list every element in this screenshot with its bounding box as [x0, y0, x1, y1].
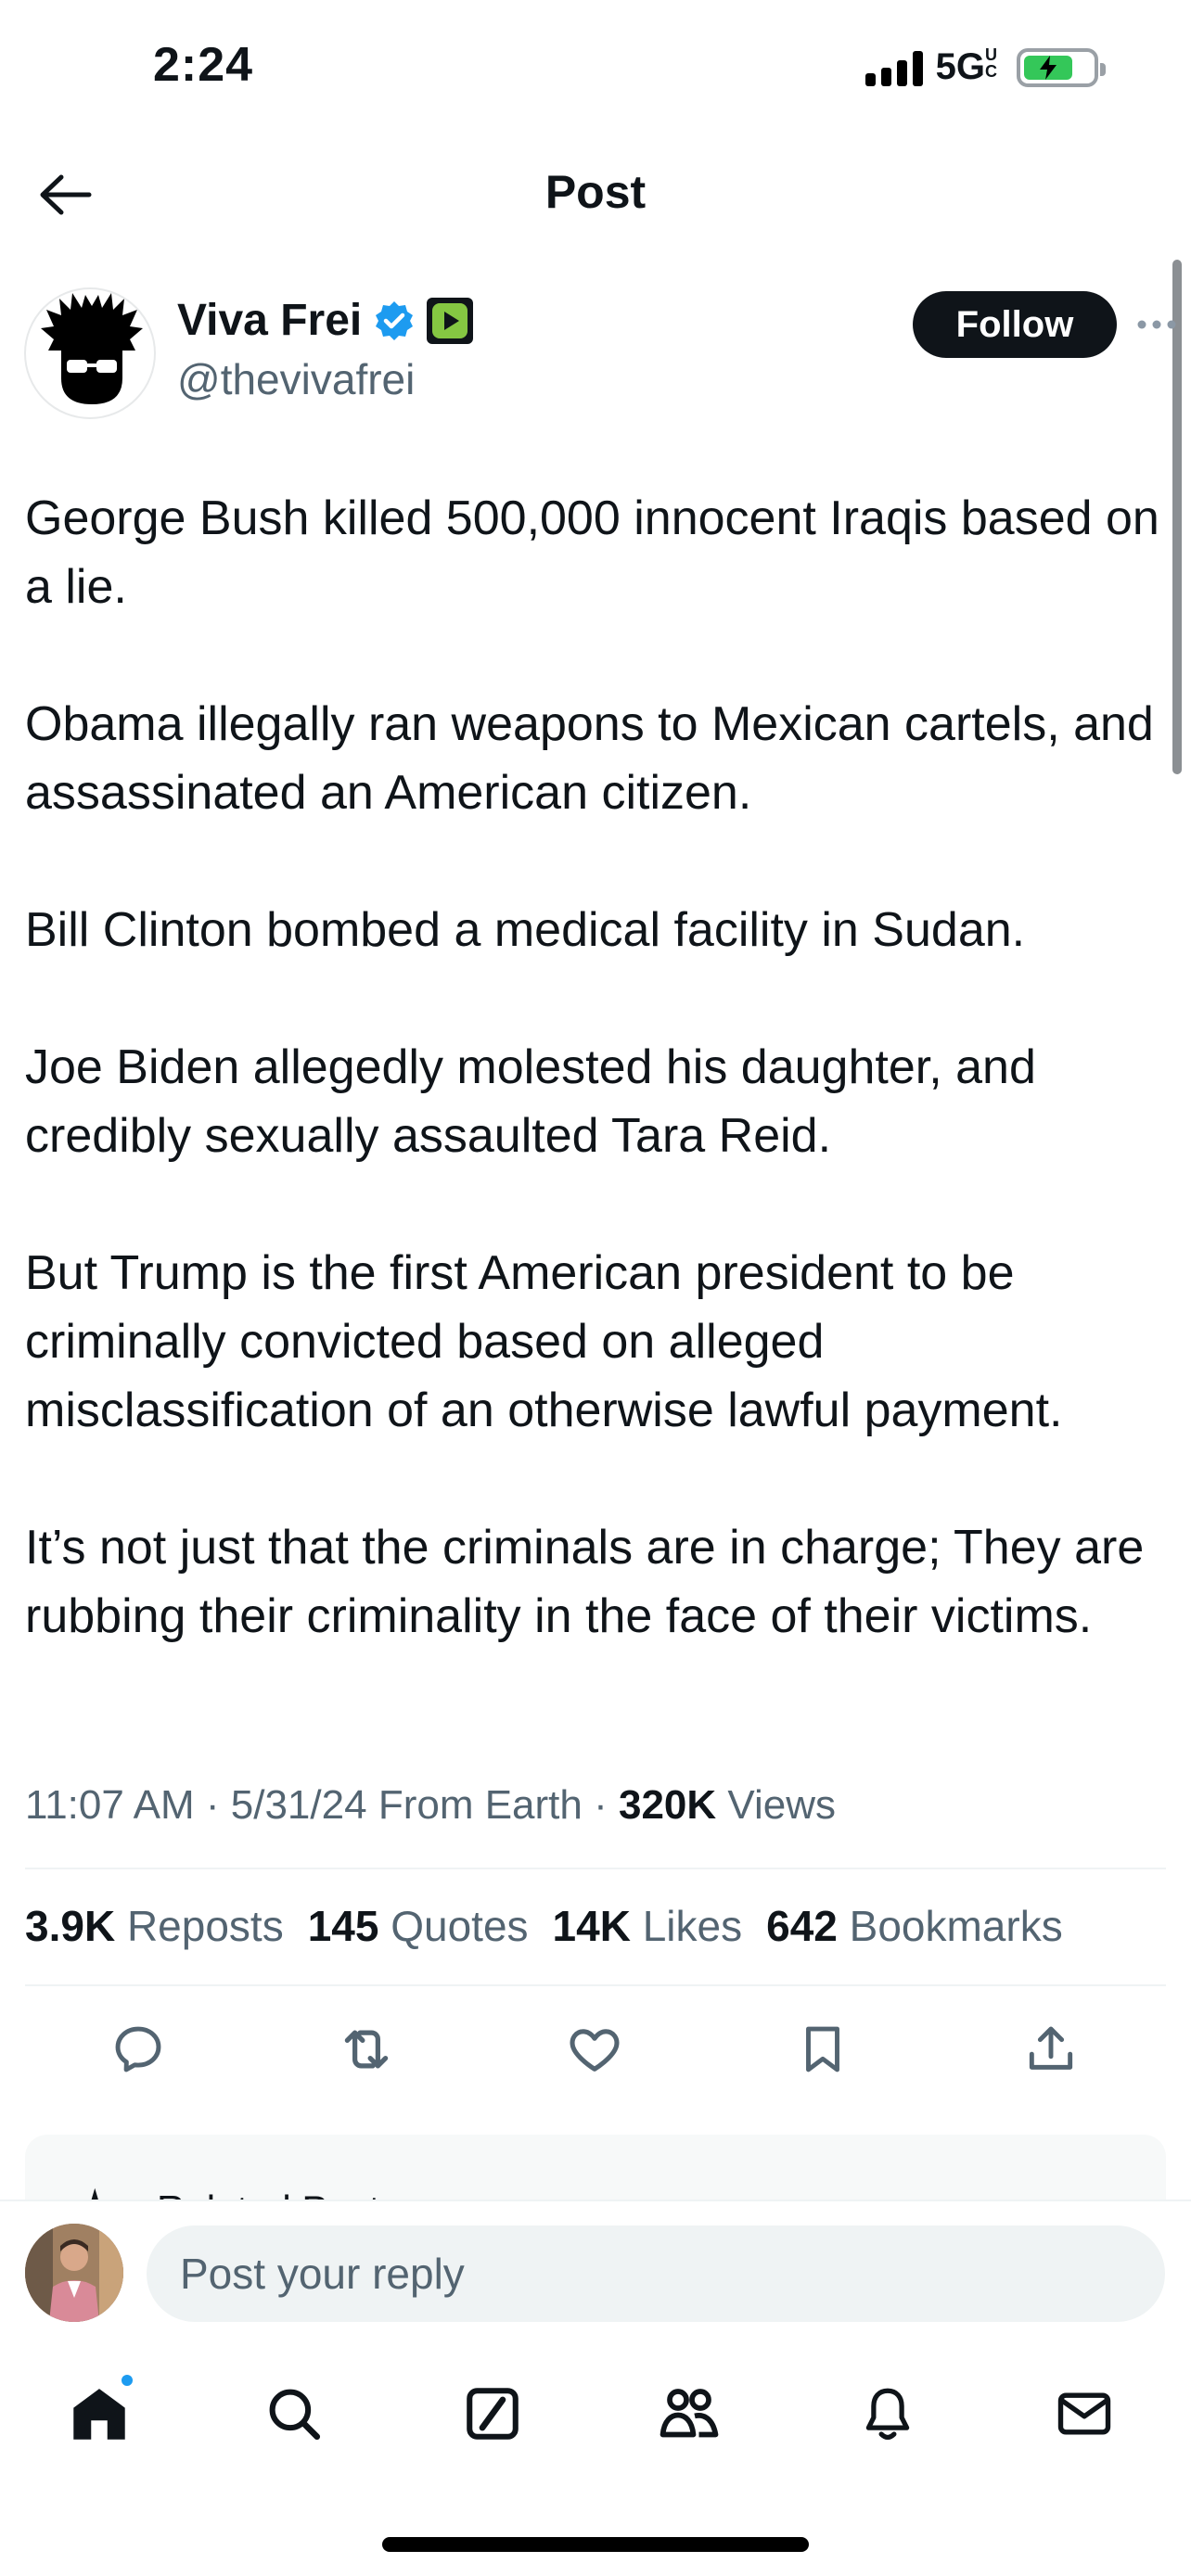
- likes-stat[interactable]: 14K Likes: [553, 1901, 743, 1951]
- post-paragraph: Bill Clinton bombed a medical facility i…: [25, 903, 1026, 957]
- status-indicators: 5GUC: [864, 45, 1106, 88]
- post-paragraph: Obama illegally ran weapons to Mexican c…: [25, 697, 1154, 820]
- tab-messages[interactable]: [1043, 2372, 1126, 2455]
- reply-button[interactable]: [101, 2012, 175, 2086]
- share-icon: [1029, 2026, 1073, 2070]
- follow-button[interactable]: Follow: [913, 291, 1117, 358]
- author-name-row: Viva Frei: [177, 295, 474, 346]
- tab-search[interactable]: [252, 2372, 336, 2455]
- home-indicator[interactable]: [382, 2537, 809, 2552]
- mail-icon: [1057, 2392, 1111, 2435]
- reply-composer-bar: Post your reply: [0, 2200, 1191, 2339]
- divider: [25, 1984, 1166, 1986]
- post-text: George Bush killed 500,000 innocent Iraq…: [25, 484, 1175, 1651]
- tab-communities[interactable]: [647, 2372, 731, 2455]
- rumble-badge-icon: [427, 297, 474, 344]
- repost-icon: [344, 2030, 389, 2069]
- post-header: Post: [0, 139, 1191, 250]
- status-bar: 2:24 5GUC: [0, 0, 1191, 139]
- bottom-tab-bar: [0, 2339, 1191, 2496]
- quotes-stat[interactable]: 145 Quotes: [308, 1901, 529, 1951]
- post-meta: 11:07 AM · 5/31/24 From Earth · 320K Vie…: [25, 1782, 836, 1828]
- post-paragraph: Joe Biden allegedly molested his daughte…: [25, 1040, 1036, 1163]
- tab-grok[interactable]: [451, 2372, 534, 2455]
- verified-badge-icon: [376, 300, 414, 340]
- search-icon: [269, 2389, 321, 2441]
- views-count: 320K: [618, 1782, 717, 1828]
- reposts-stat[interactable]: 3.9K Reposts: [25, 1901, 284, 1951]
- post-date[interactable]: 5/31/24: [231, 1782, 367, 1828]
- post-paragraph: It’s not just that the criminals are in …: [25, 1521, 1145, 1643]
- battery-charging-icon: [1017, 47, 1106, 87]
- page-title: Post: [544, 166, 647, 218]
- bookmark-icon: [806, 2026, 839, 2072]
- status-time: 2:24: [153, 38, 254, 92]
- bookmarks-stat[interactable]: 642 Bookmarks: [766, 1901, 1063, 1951]
- communities-icon: [660, 2389, 719, 2438]
- home-icon: [73, 2389, 125, 2440]
- tab-notifications[interactable]: [846, 2372, 929, 2455]
- bookmark-button[interactable]: [786, 2012, 860, 2086]
- reply-icon: [115, 2026, 161, 2072]
- cellular-signal-icon: [864, 49, 923, 86]
- post-source: From Earth: [378, 1782, 583, 1828]
- tab-home[interactable]: [58, 2372, 141, 2455]
- views-label: Views: [727, 1782, 836, 1828]
- share-button[interactable]: [1014, 2012, 1088, 2086]
- repost-button[interactable]: [329, 2012, 403, 2086]
- post-time[interactable]: 11:07 AM: [25, 1782, 195, 1828]
- more-dots-icon: [1137, 320, 1176, 329]
- author-name[interactable]: Viva Frei: [177, 295, 362, 346]
- bell-icon: [865, 2388, 910, 2441]
- reply-input[interactable]: Post your reply: [147, 2225, 1165, 2322]
- post-paragraph: George Bush killed 500,000 innocent Iraq…: [25, 491, 1159, 614]
- post-paragraph: But Trump is the first American presiden…: [25, 1246, 1063, 1437]
- heart-icon: [570, 2029, 620, 2072]
- grok-icon: [467, 2388, 519, 2440]
- author-avatar[interactable]: [24, 287, 156, 419]
- action-bar: [25, 2012, 1166, 2086]
- like-button[interactable]: [557, 2012, 632, 2086]
- divider: [25, 1868, 1166, 1869]
- network-type: 5GUC: [935, 45, 997, 87]
- engagement-stats: 3.9K Reposts 145 Quotes 14K Likes 642 Bo…: [25, 1901, 1063, 1951]
- post-author: Viva Frei @thevivafrei Follow: [24, 287, 1176, 427]
- user-avatar[interactable]: [25, 2224, 123, 2322]
- more-options-button[interactable]: [1133, 306, 1180, 343]
- notification-dot: [119, 2372, 135, 2389]
- author-handle[interactable]: @thevivafrei: [177, 354, 415, 404]
